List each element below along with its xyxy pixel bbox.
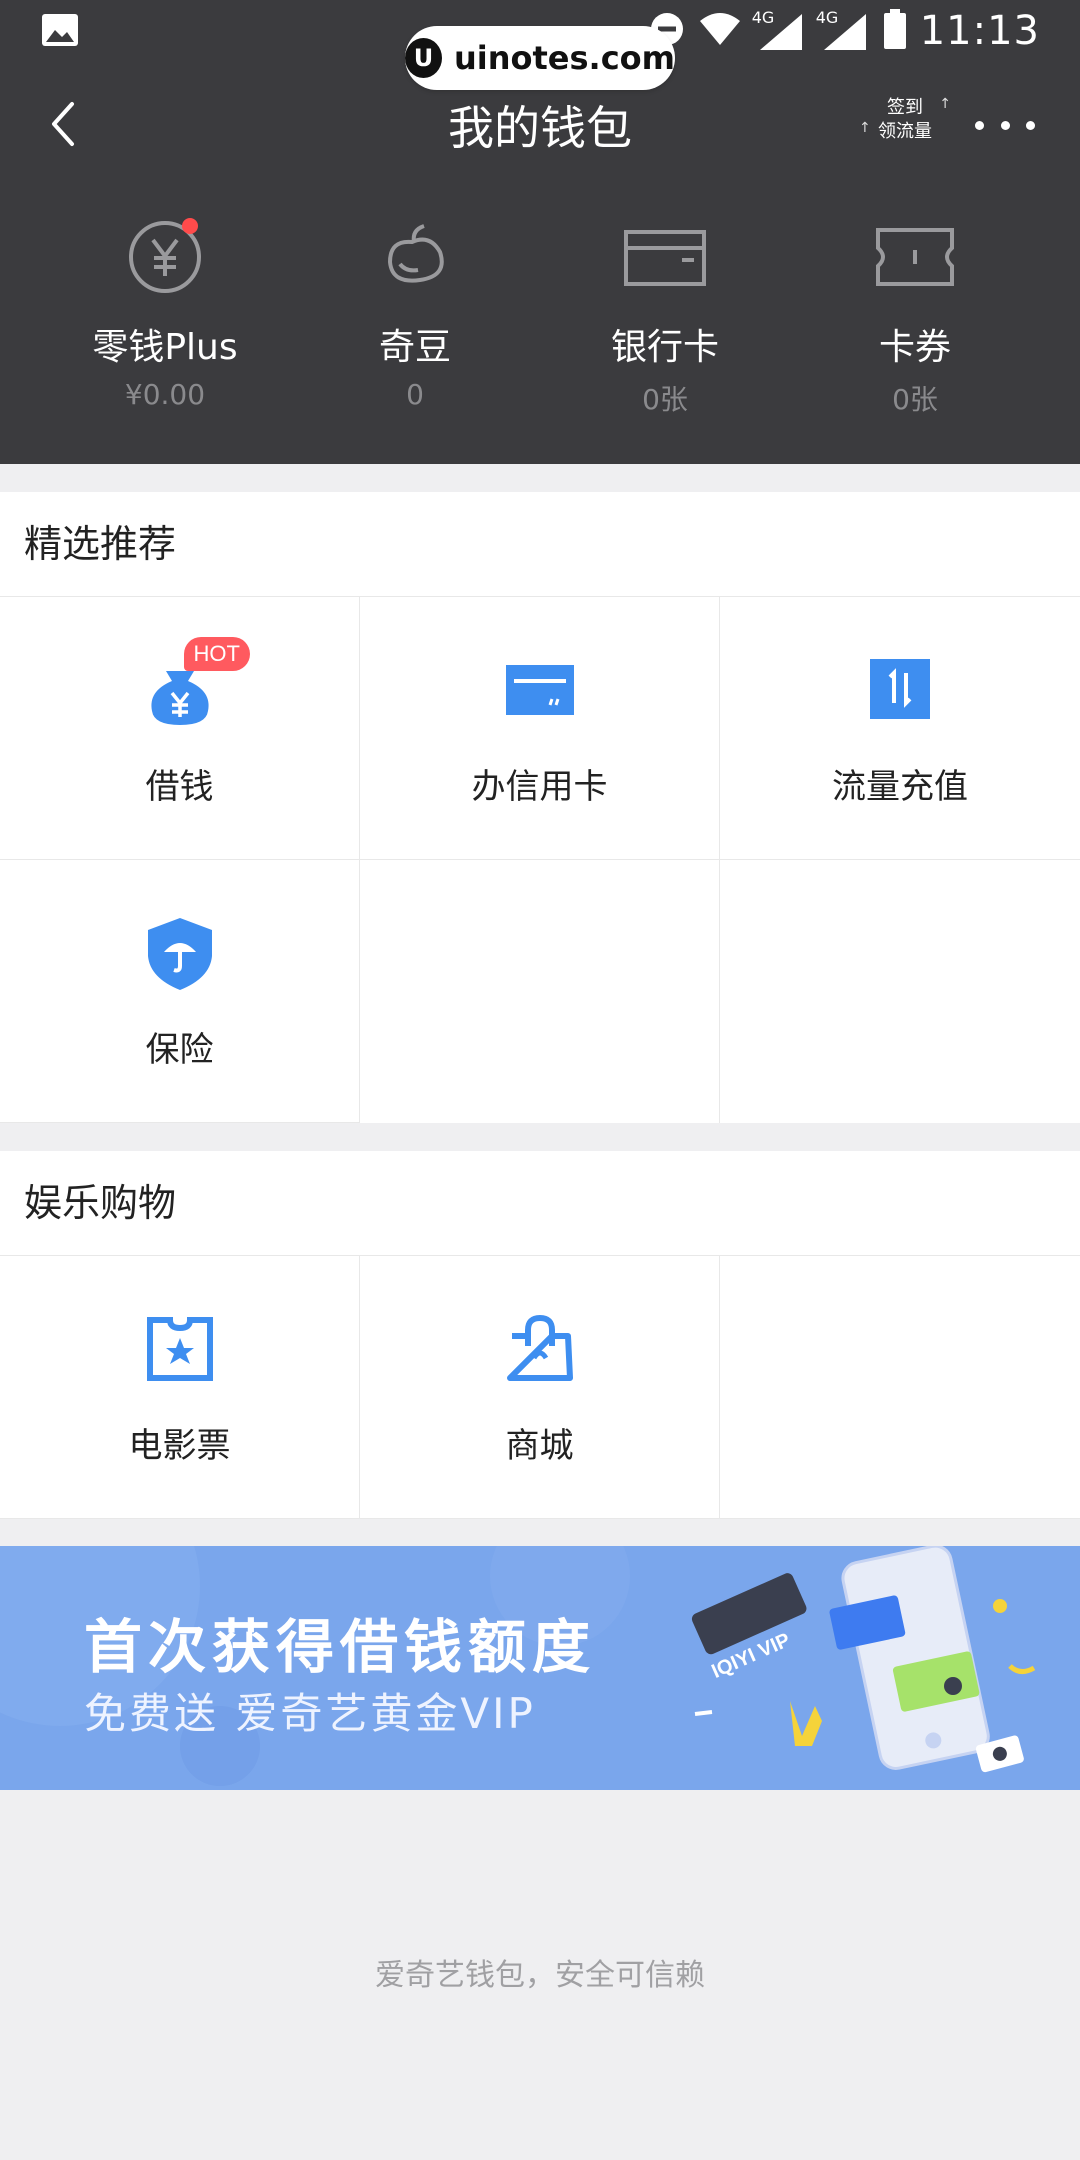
asset-name: 零钱Plus bbox=[92, 327, 238, 368]
wallet-header: 我的钱包 ↑ 签到 领流量 ↑ 零钱Plus ¥0.00 奇豆 0 银行卡 0张… bbox=[0, 62, 1080, 464]
yuan-coin-icon bbox=[120, 212, 210, 302]
asset-qidou[interactable]: 奇豆 0 bbox=[290, 212, 540, 412]
empty-cell bbox=[720, 1256, 1080, 1519]
more-options-button[interactable] bbox=[975, 107, 1035, 143]
dot-icon bbox=[975, 120, 984, 130]
cellular-signal-icon: 4G bbox=[752, 8, 806, 52]
promo-banner[interactable]: 首次获得借钱额度 免费送 爱奇艺黄金VIP IQIYI VIP bbox=[0, 1546, 1080, 1790]
service-insurance[interactable]: 保险 bbox=[0, 860, 360, 1123]
service-label: 保险 bbox=[145, 1030, 214, 1070]
cellular-signal-icon-2: 4G bbox=[816, 8, 870, 52]
featured-section: 精选推荐 HOT 借钱 办信用卡 流量充值 保险 bbox=[0, 492, 1080, 1123]
empty-cell bbox=[360, 860, 720, 1123]
asset-bank-card[interactable]: 银行卡 0张 bbox=[540, 212, 790, 416]
bean-icon bbox=[370, 212, 460, 302]
asset-summary: 零钱Plus ¥0.00 奇豆 0 银行卡 0张 卡券 0张 bbox=[0, 212, 1080, 416]
wifi-icon bbox=[698, 11, 742, 51]
up-arrow-icon-2: ↑ bbox=[939, 96, 951, 112]
service-borrow[interactable]: HOT 借钱 bbox=[0, 597, 360, 860]
insurance-shield-icon bbox=[140, 912, 220, 992]
service-label: 电影票 bbox=[128, 1426, 231, 1466]
footer-slogan: 爱奇艺钱包，安全可信赖 bbox=[375, 1958, 705, 1993]
battery-icon bbox=[883, 9, 906, 53]
credit-card-icon bbox=[500, 649, 580, 729]
asset-value: 0 bbox=[406, 378, 424, 411]
banner-headline: 首次获得借钱额度 bbox=[84, 1613, 597, 1681]
uinotes-watermark: U uinotes.com bbox=[405, 26, 675, 90]
shopping-bag-icon bbox=[500, 1308, 580, 1388]
notification-dot bbox=[182, 218, 198, 234]
signin-data-button[interactable]: ↑ 签到 领流量 ↑ bbox=[855, 96, 955, 156]
entertainment-grid: 电影票 商城 bbox=[0, 1256, 1080, 1519]
entertainment-section: 娱乐购物 电影票 商城 bbox=[0, 1151, 1080, 1519]
dot-icon bbox=[1026, 120, 1035, 130]
service-data-topup[interactable]: 流量充值 bbox=[720, 597, 1080, 860]
up-arrow-icon: ↑ bbox=[859, 120, 871, 136]
dot-icon bbox=[1000, 120, 1010, 130]
uinotes-logo-icon: U bbox=[405, 38, 442, 78]
wallet-page: 4G 4G 11:13 U uinotes.com 我的钱包 ↑ 签到 领流量 … bbox=[0, 0, 1080, 2160]
service-label: 办信用卡 bbox=[471, 767, 608, 807]
asset-name: 卡券 bbox=[878, 327, 951, 368]
hot-badge: HOT bbox=[183, 637, 250, 671]
featured-grid: HOT 借钱 办信用卡 流量充值 保险 bbox=[0, 597, 1080, 1123]
service-label: 商城 bbox=[505, 1426, 574, 1466]
section-title: 娱乐购物 bbox=[0, 1151, 1080, 1256]
service-label: 借钱 bbox=[145, 767, 214, 807]
coupon-icon bbox=[870, 212, 960, 302]
movie-ticket-icon bbox=[140, 1308, 220, 1388]
gallery-notification-icon bbox=[40, 12, 80, 48]
asset-change-plus[interactable]: 零钱Plus ¥0.00 bbox=[40, 212, 290, 412]
service-movie-ticket[interactable]: 电影票 bbox=[0, 1256, 360, 1519]
bank-card-icon bbox=[620, 212, 710, 302]
empty-cell bbox=[720, 860, 1080, 1123]
asset-value: ¥0.00 bbox=[124, 378, 206, 411]
asset-name: 奇豆 bbox=[378, 327, 451, 368]
service-credit-card[interactable]: 办信用卡 bbox=[360, 597, 720, 860]
service-mall[interactable]: 商城 bbox=[360, 1256, 720, 1519]
asset-value: 0张 bbox=[892, 383, 938, 416]
asset-value: 0张 bbox=[642, 383, 688, 416]
status-time: 11:13 bbox=[919, 8, 1040, 54]
asset-coupon[interactable]: 卡券 0张 bbox=[790, 212, 1040, 416]
banner-subline: 免费送 爱奇艺黄金VIP bbox=[84, 1689, 536, 1738]
service-label: 流量充值 bbox=[832, 767, 968, 807]
asset-name: 银行卡 bbox=[610, 327, 719, 368]
data-topup-icon bbox=[860, 649, 940, 729]
money-bag-icon: HOT bbox=[140, 637, 250, 729]
watermark-text: uinotes.com bbox=[453, 39, 675, 77]
section-title: 精选推荐 bbox=[0, 492, 1080, 597]
